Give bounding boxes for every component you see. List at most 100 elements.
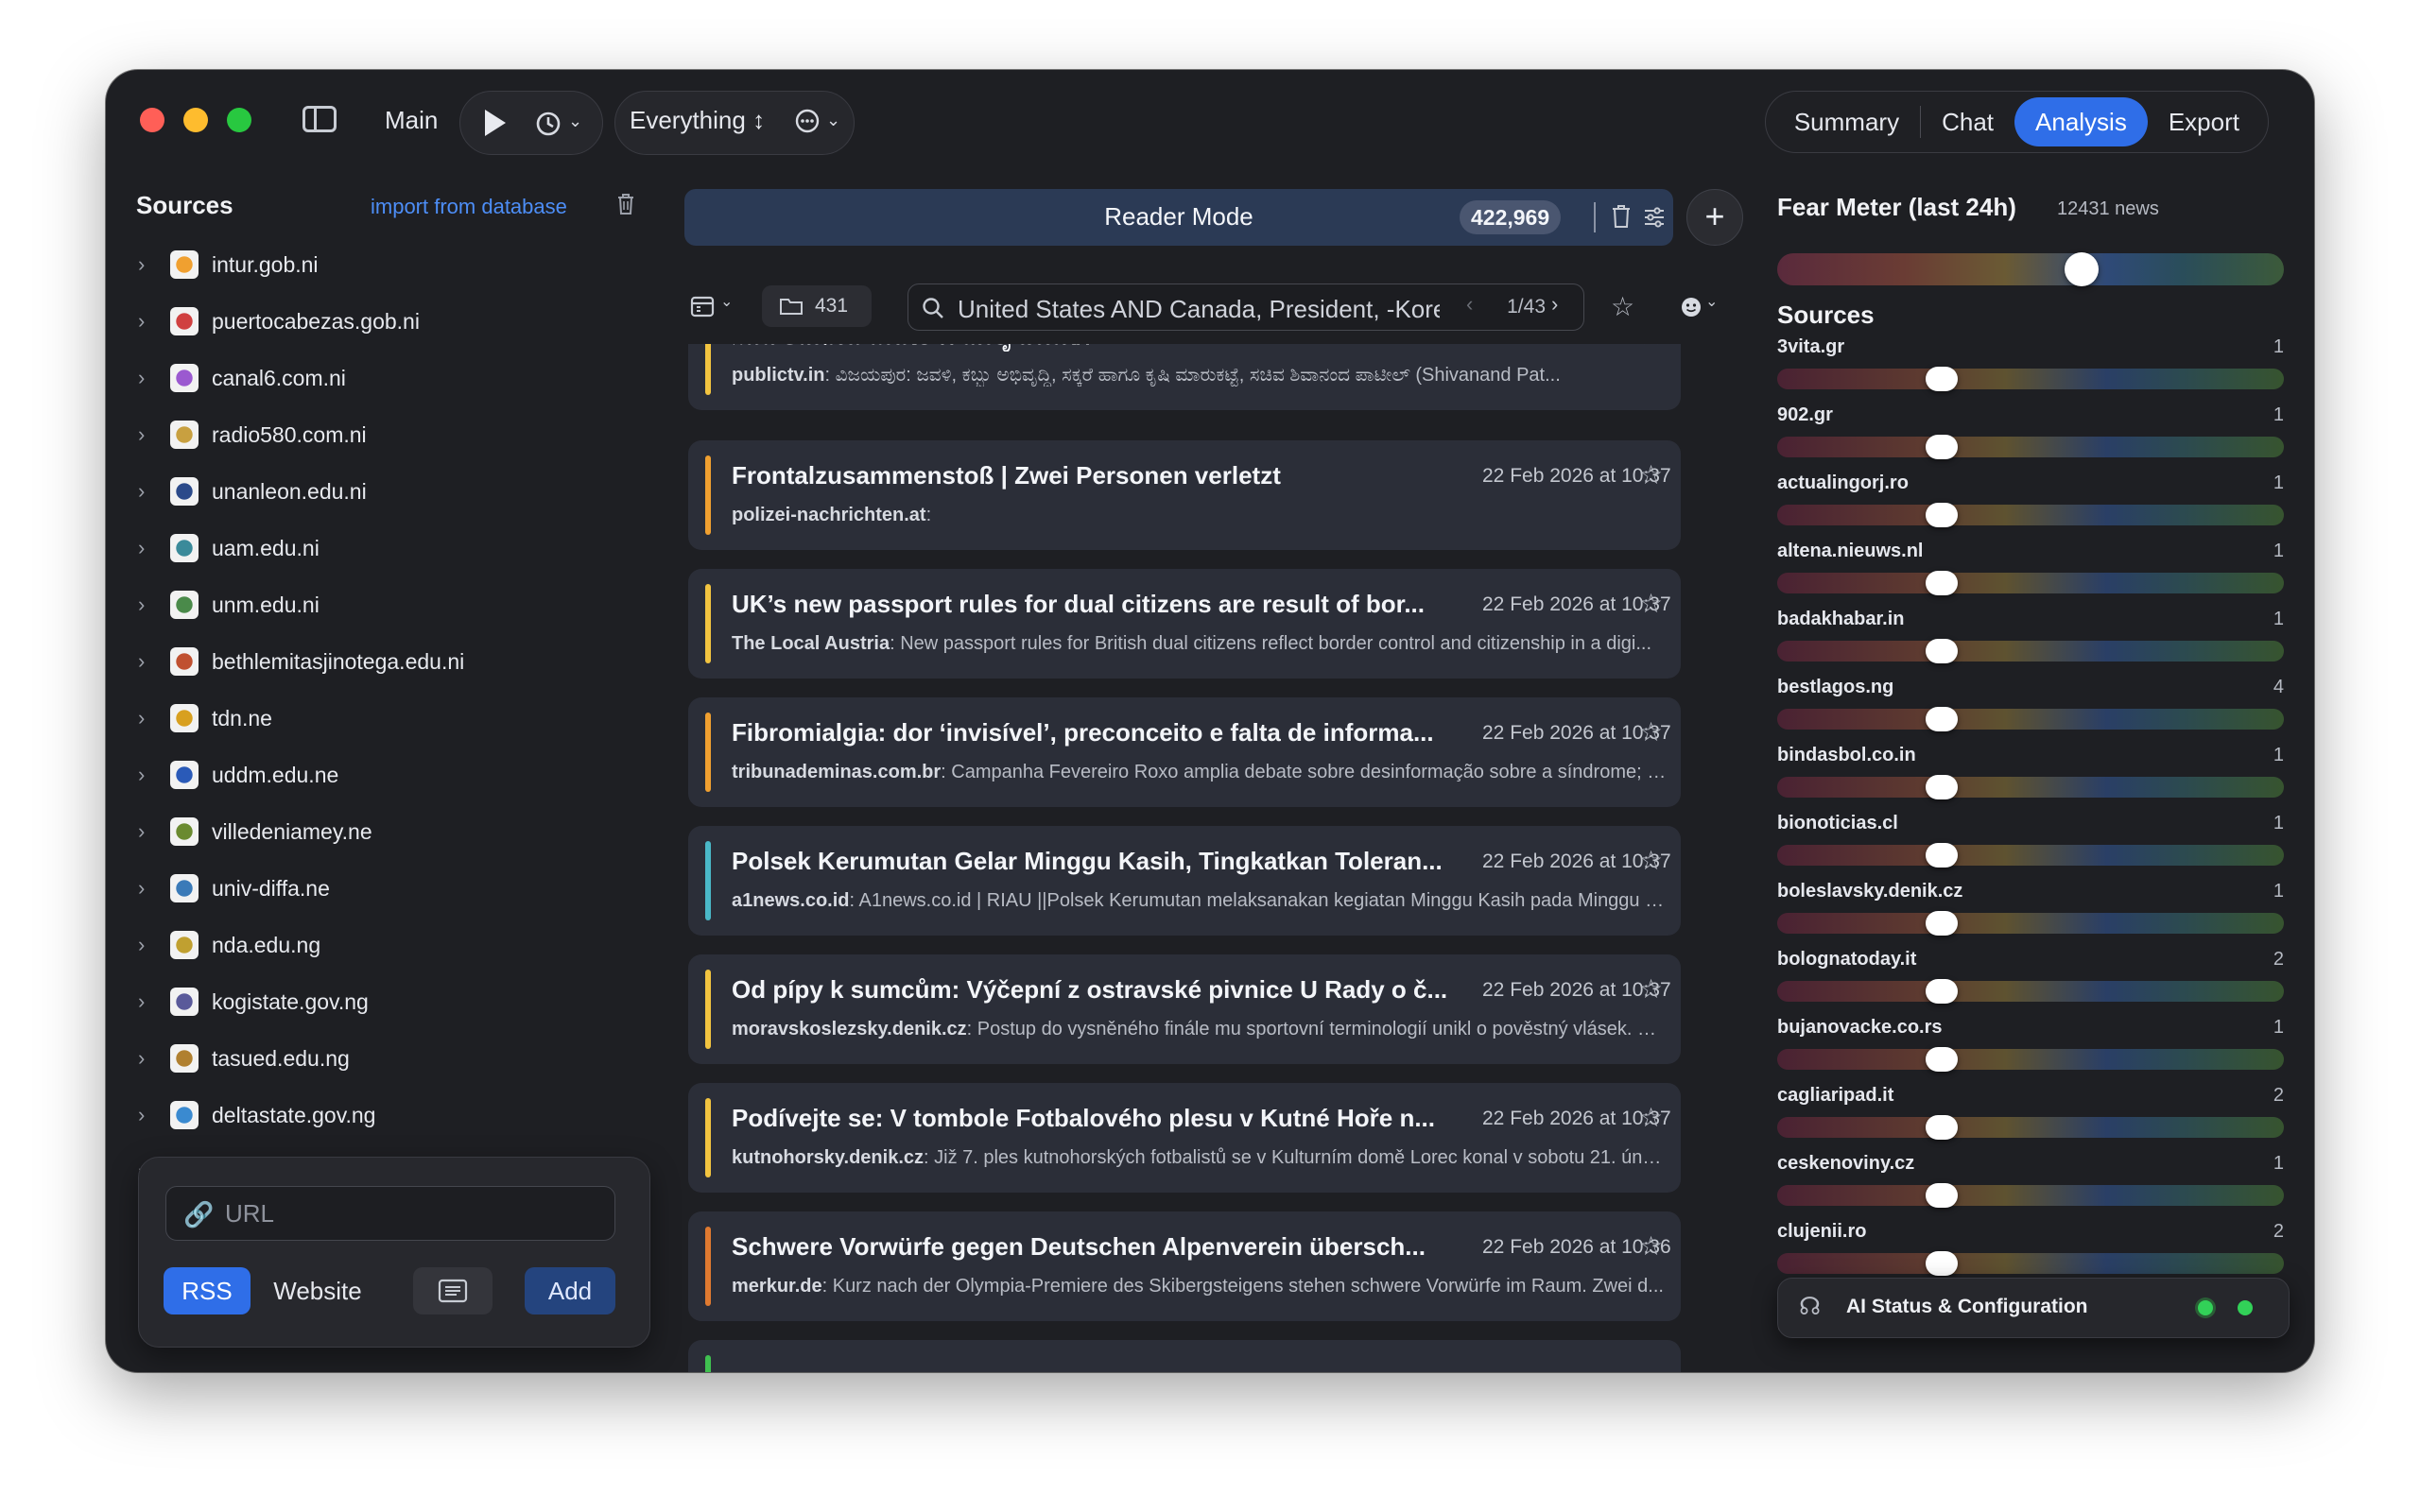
tab-chat[interactable]: Chat	[1921, 97, 2014, 146]
fear-source-row[interactable]: cagliaripad.it 2	[1777, 1085, 2284, 1153]
source-row[interactable]: › canal6.com.ni	[106, 350, 645, 406]
expand-chevron-icon[interactable]: ›	[138, 876, 145, 901]
tab-summary[interactable]: Summary	[1773, 97, 1920, 146]
tab-export[interactable]: Export	[2148, 97, 2260, 146]
source-row[interactable]: › tasued.edu.ng	[106, 1030, 645, 1087]
calendar-chevron-icon[interactable]: ⌄	[720, 295, 733, 310]
clear-trash-icon[interactable]	[1611, 204, 1632, 229]
source-row[interactable]: › villedeniamey.ne	[106, 803, 645, 860]
bookmark-star-icon[interactable]: ☆	[1639, 973, 1663, 1005]
expand-chevron-icon[interactable]: ›	[138, 649, 145, 674]
prev-result-icon[interactable]: ‹	[1466, 292, 1473, 317]
sentiment-icon[interactable]	[1681, 297, 1702, 318]
article-title[interactable]: Frontalzusammenstoß | Zwei Personen verl…	[732, 461, 1281, 490]
expand-chevron-icon[interactable]: ›	[138, 593, 145, 617]
fear-source-row[interactable]: bindasbol.co.in 1	[1777, 745, 2284, 813]
fear-source-row[interactable]: bolognatoday.it 2	[1777, 949, 2284, 1017]
url-input[interactable]	[223, 1198, 605, 1229]
bookmark-star-icon[interactable]: ☆	[1639, 716, 1663, 747]
article-title[interactable]: ಸಚಿವ ಶಿವಾನಂದ ಪಾಟೀಲ್‌ಗೆ ಮಾತೃ ವಿಯೋಗ	[732, 344, 1090, 352]
bookmark-star-icon[interactable]: ☆	[1639, 1230, 1663, 1262]
expand-chevron-icon[interactable]: ›	[138, 366, 145, 390]
expand-chevron-icon[interactable]: ›	[138, 819, 145, 844]
bookmark-star-icon[interactable]: ☆	[1639, 459, 1663, 490]
article-title[interactable]: Podívejte se: V tombole Fotbalového ples…	[732, 1104, 1435, 1133]
expand-chevron-icon[interactable]: ›	[138, 763, 145, 787]
folder-filter[interactable]: 431	[762, 285, 872, 327]
article-card[interactable]: Schwere Vorwürfe gegen Deutschen Alpenve…	[688, 1211, 1681, 1321]
article-title[interactable]: Polsek Kerumutan Gelar Minggu Kasih, Tin…	[732, 847, 1443, 876]
source-row[interactable]: › uddm.edu.ne	[106, 747, 645, 803]
calendar-icon[interactable]	[690, 295, 715, 318]
article-title[interactable]: Od pípy k sumcům: Výčepní z ostravské pi…	[732, 975, 1447, 1005]
history-chevron-icon[interactable]: ⌄	[568, 112, 582, 129]
expand-chevron-icon[interactable]: ›	[138, 252, 145, 277]
search-input[interactable]	[956, 294, 1442, 325]
expand-chevron-icon[interactable]: ›	[138, 989, 145, 1014]
expand-chevron-icon[interactable]: ›	[138, 1046, 145, 1071]
reader-mode-bar[interactable]: Reader Mode 422,969	[684, 189, 1673, 246]
add-source-button[interactable]: Add	[525, 1267, 615, 1314]
source-row[interactable]: › univ-diffa.ne	[106, 860, 645, 917]
sliders-icon[interactable]	[1643, 206, 1666, 229]
article-card[interactable]: Fibromialgia: dor ‘invisível’, preconcei…	[688, 697, 1681, 807]
fear-source-row[interactable]: bestlagos.ng 4	[1777, 677, 2284, 745]
expand-chevron-icon[interactable]: ›	[138, 309, 145, 334]
fear-source-row[interactable]: 3vita.gr 1	[1777, 336, 2284, 404]
expand-chevron-icon[interactable]: ›	[138, 706, 145, 730]
source-row[interactable]: › kogistate.gov.ng	[106, 973, 645, 1030]
fear-source-row[interactable]: boleslavsky.denik.cz 1	[1777, 881, 2284, 949]
rss-toggle-button[interactable]: RSS	[164, 1267, 251, 1314]
source-row[interactable]: › nda.edu.ng	[106, 917, 645, 973]
bookmark-star-icon[interactable]: ☆	[1639, 588, 1663, 619]
source-row[interactable]: › unm.edu.ni	[106, 576, 645, 633]
fear-source-row[interactable]: altena.nieuws.nl 1	[1777, 541, 2284, 609]
import-from-database-link[interactable]: import from database	[371, 195, 567, 219]
article-card[interactable]: Od pípy k sumcům: Výčepní z ostravské pi…	[688, 954, 1681, 1064]
url-field[interactable]: 🔗	[165, 1186, 615, 1241]
bookmark-star-icon[interactable]: ☆	[1639, 845, 1663, 876]
source-row[interactable]: › bethlemitasjinotega.edu.ni	[106, 633, 645, 690]
source-row[interactable]: › uam.edu.ni	[106, 520, 645, 576]
article-title[interactable]: Fibromialgia: dor ‘invisível’, preconcei…	[732, 718, 1434, 747]
more-options-chevron-icon[interactable]: ⌄	[826, 112, 840, 129]
source-row[interactable]: › tdn.ne	[106, 690, 645, 747]
sentiment-chevron-icon[interactable]: ⌄	[1705, 295, 1718, 310]
minimize-window-button[interactable]	[183, 108, 208, 132]
article-card[interactable]: UK’s new passport rules for dual citizen…	[688, 569, 1681, 679]
fear-source-row[interactable]: actualingorj.ro 1	[1777, 472, 2284, 541]
expand-chevron-icon[interactable]: ›	[138, 479, 145, 504]
source-row[interactable]: › deltastate.gov.ng	[106, 1087, 645, 1143]
expand-chevron-icon[interactable]: ›	[138, 933, 145, 957]
expand-chevron-icon[interactable]: ›	[138, 1103, 145, 1127]
article-card[interactable]: ಸಚಿವ ಶಿವಾನಂದ ಪಾಟೀಲ್‌ಗೆ ಮಾತೃ ವಿಯೋಗ22 Feb …	[688, 344, 1681, 410]
add-button[interactable]: +	[1686, 189, 1743, 246]
trash-icon[interactable]	[616, 193, 635, 215]
ai-status-panel[interactable]: ☊ AI Status & Configuration	[1777, 1278, 2290, 1338]
tab-analysis[interactable]: Analysis	[2014, 97, 2148, 146]
scope-select[interactable]: Everything ↕	[630, 106, 765, 135]
article-card[interactable]: Podívejte se: V tombole Fotbalového ples…	[688, 1083, 1681, 1193]
zoom-window-button[interactable]	[227, 108, 251, 132]
close-window-button[interactable]	[140, 108, 164, 132]
source-row[interactable]: › puertocabezas.gob.ni	[106, 293, 645, 350]
play-icon[interactable]	[481, 108, 508, 138]
expand-chevron-icon[interactable]: ›	[138, 422, 145, 447]
fear-source-row[interactable]: bionoticias.cl 1	[1777, 813, 2284, 881]
sidebar-toggle-icon[interactable]	[302, 106, 337, 132]
favorites-star-icon[interactable]: ☆	[1611, 291, 1634, 322]
fear-source-row[interactable]: badakhabar.in 1	[1777, 609, 2284, 677]
article-title[interactable]: Schwere Vorwürfe gegen Deutschen Alpenve…	[732, 1232, 1426, 1262]
article-title[interactable]: UK’s new passport rules for dual citizen…	[732, 590, 1425, 619]
source-row[interactable]: › radio580.com.ni	[106, 406, 645, 463]
fear-source-row[interactable]: 902.gr 1	[1777, 404, 2284, 472]
article-card[interactable]: Frontalzusammenstoß | Zwei Personen verl…	[688, 440, 1681, 550]
document-button[interactable]	[413, 1267, 493, 1314]
expand-chevron-icon[interactable]: ›	[138, 536, 145, 560]
article-card[interactable]: Polsek Kerumutan Gelar Minggu Kasih, Tin…	[688, 826, 1681, 936]
search-box[interactable]: ‹ 1/43 ›	[908, 284, 1584, 331]
fear-source-row[interactable]: ceskenoviny.cz 1	[1777, 1153, 2284, 1221]
next-result-icon[interactable]: ›	[1551, 292, 1558, 317]
fear-source-row[interactable]: bujanovacke.co.rs 1	[1777, 1017, 2284, 1085]
history-icon[interactable]	[534, 110, 562, 138]
